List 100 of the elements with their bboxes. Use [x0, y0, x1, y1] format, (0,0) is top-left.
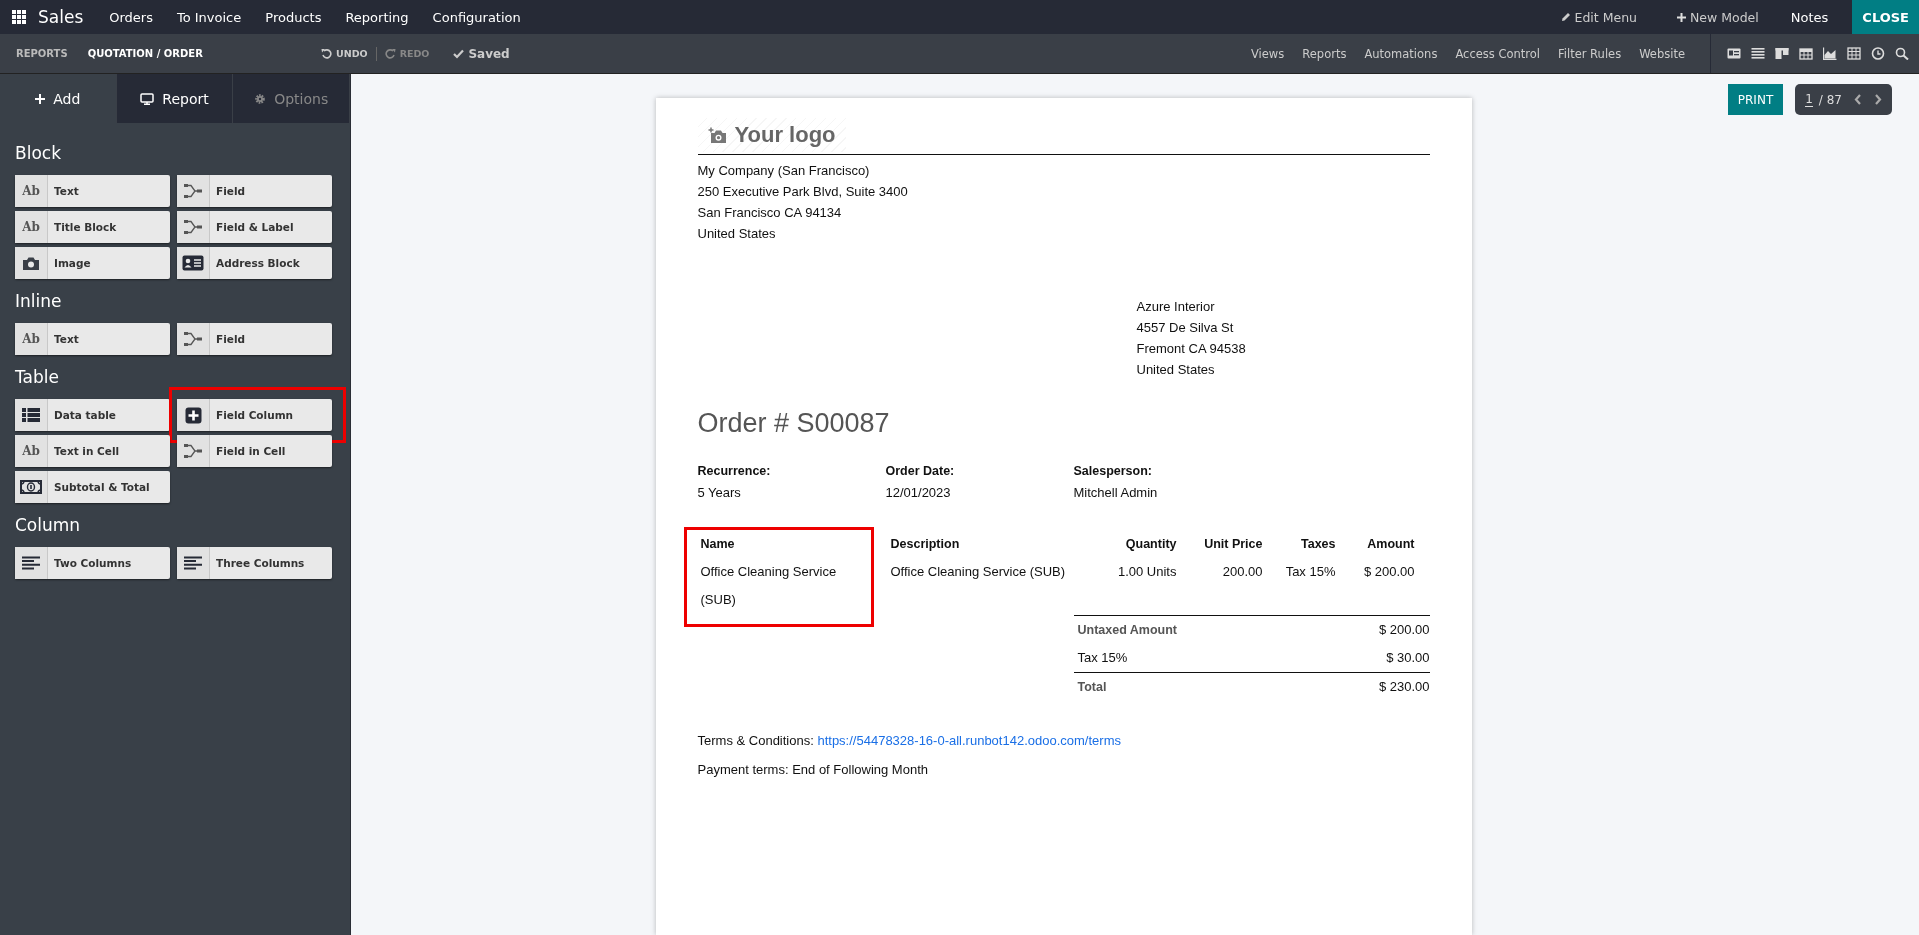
- column-header: Taxes: [1300, 536, 1336, 553]
- add-photo-icon: [707, 126, 727, 144]
- total-label: Tax 15%: [1077, 649, 1128, 667]
- kanban-icon[interactable]: [1775, 47, 1789, 60]
- undo-button[interactable]: UNDO: [321, 48, 368, 59]
- page-number-field[interactable]: 1: [1805, 92, 1813, 107]
- plus-icon: [35, 93, 46, 104]
- column-header: Description: [890, 536, 961, 553]
- info-value: 12/01/2023: [885, 484, 952, 502]
- customer-address-line: 4557 De Silva St: [1136, 319, 1235, 337]
- print-button[interactable]: PRINT: [1727, 84, 1784, 115]
- section-title: Block: [15, 143, 62, 163]
- connector-icon: [183, 443, 203, 459]
- area-chart-icon[interactable]: [1823, 47, 1837, 60]
- component-block[interactable]: Subtotal & Total: [15, 471, 170, 503]
- column-header: Quantity: [1124, 536, 1177, 553]
- monitor-icon: [140, 92, 155, 105]
- company-address-line: United States: [697, 225, 777, 243]
- menu-item[interactable]: Products: [253, 9, 334, 25]
- table-cell-text: Office Cleaning Service (SUB): [700, 563, 838, 609]
- component-block[interactable]: Field & Label: [177, 211, 332, 243]
- table-cell-text: 1.00 Units: [1116, 563, 1177, 581]
- chevron-left-icon[interactable]: [1854, 94, 1862, 105]
- total-value: $ 230.00: [1378, 678, 1430, 696]
- connector-icon: [183, 219, 203, 235]
- studio-link[interactable]: Views: [1242, 46, 1294, 61]
- terms-link[interactable]: https://54478328-16-0-all.runbot142.odoo.com/terms: [817, 733, 1121, 748]
- connector-icon: [183, 183, 203, 199]
- notes-link[interactable]: Notes: [1778, 9, 1841, 25]
- studio-link[interactable]: Filter Rules: [1549, 46, 1631, 61]
- company-address-line: 250 Executive Park Blvd, Suite 3400: [697, 183, 909, 201]
- component-block[interactable]: Field: [177, 323, 332, 355]
- sidebar-tab[interactable]: Report: [116, 74, 234, 123]
- menu-item[interactable]: Reporting: [333, 9, 421, 25]
- order-title: Order # S00087: [697, 408, 891, 439]
- total-label: Untaxed Amount: [1077, 622, 1178, 639]
- component-block[interactable]: Field in Cell: [177, 435, 332, 467]
- component-block[interactable]: Image: [15, 247, 170, 279]
- breadcrumb: QUOTATION / ORDER: [87, 48, 203, 59]
- apps-grid-icon[interactable]: [12, 10, 26, 24]
- info-label: Salesperson:: [1073, 463, 1153, 480]
- column-header: Unit Price: [1203, 536, 1263, 553]
- component-block[interactable]: Field: [177, 175, 332, 207]
- text-style-icon: Ab: [22, 220, 40, 234]
- address-card-icon: [182, 255, 204, 271]
- grid-icon[interactable]: [1847, 47, 1861, 60]
- info-label: Recurrence:: [697, 463, 772, 480]
- payment-terms-text: Payment terms: End of Following Month: [697, 762, 929, 777]
- new-model-link[interactable]: New Model: [1657, 9, 1779, 25]
- studio-link[interactable]: Website: [1630, 46, 1694, 61]
- company-address-line: My Company (San Francisco): [697, 162, 871, 180]
- menu-item[interactable]: Orders: [97, 9, 165, 25]
- table-cell-text: 200.00: [1221, 563, 1263, 581]
- align-left-icon: [183, 556, 203, 570]
- clock-icon[interactable]: [1871, 47, 1885, 60]
- section-title: Inline: [15, 291, 63, 311]
- column-header: Name: [700, 536, 736, 553]
- component-block[interactable]: Address Block: [177, 247, 332, 279]
- company-address-line: San Francisco CA 94134: [697, 204, 843, 222]
- camera-icon: [22, 255, 40, 271]
- customer-address-line: Azure Interior: [1136, 298, 1216, 316]
- check-icon: [453, 48, 465, 59]
- component-block[interactable]: Data table: [15, 399, 170, 431]
- breadcrumb[interactable]: REPORTS: [16, 48, 68, 59]
- table-cell-text: Tax 15%: [1284, 563, 1336, 581]
- text-style-icon: Ab: [22, 184, 40, 198]
- close-button[interactable]: CLOSE: [1852, 0, 1919, 34]
- connector-icon: [183, 331, 203, 347]
- text-style-icon: Ab: [22, 332, 40, 346]
- app-name[interactable]: Sales: [38, 7, 84, 27]
- table-cell-text: $ 200.00: [1362, 563, 1415, 581]
- gear-icon: [254, 92, 267, 105]
- text-style-icon: Ab: [22, 444, 40, 458]
- menu-item[interactable]: Configuration: [420, 9, 533, 25]
- studio-link[interactable]: Access Control: [1446, 46, 1549, 61]
- saved-status: Saved: [453, 46, 510, 61]
- redo-icon: [384, 48, 396, 59]
- component-block[interactable]: Ab Text: [15, 323, 170, 355]
- section-title: Column: [15, 515, 82, 535]
- component-block[interactable]: Two Columns: [15, 547, 170, 579]
- section-title: Table: [15, 367, 60, 387]
- studio-link[interactable]: Reports: [1293, 46, 1356, 61]
- component-block[interactable]: Ab Text in Cell: [15, 435, 170, 467]
- table-cell-text: Office Cleaning Service (SUB): [890, 563, 1067, 581]
- id-card-icon[interactable]: [1727, 47, 1741, 60]
- component-block[interactable]: Field Column: [177, 399, 332, 431]
- menu-item[interactable]: To Invoice: [164, 9, 254, 25]
- chevron-right-icon[interactable]: [1874, 94, 1882, 105]
- total-label: Total: [1077, 679, 1107, 696]
- component-block[interactable]: Ab Text: [15, 175, 170, 207]
- edit-menu-link[interactable]: Edit Menu: [1540, 9, 1657, 25]
- list-icon: [21, 407, 41, 423]
- component-block[interactable]: Ab Title Block: [15, 211, 170, 243]
- logo-placeholder[interactable]: Your logo: [697, 118, 846, 152]
- calendar-icon[interactable]: [1799, 47, 1813, 60]
- studio-link[interactable]: Automations: [1355, 46, 1447, 61]
- component-block[interactable]: Three Columns: [177, 547, 332, 579]
- list-icon[interactable]: [1751, 47, 1765, 60]
- info-label: Order Date:: [885, 463, 956, 480]
- search-icon[interactable]: [1895, 47, 1909, 60]
